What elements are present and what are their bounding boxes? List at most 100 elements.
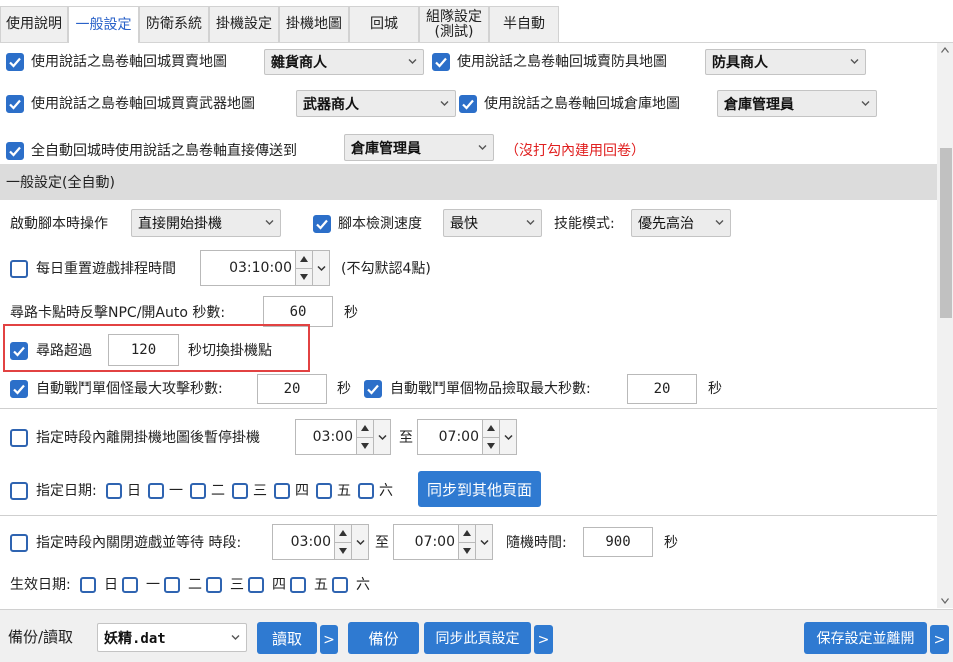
section-title: 一般設定(全自動) xyxy=(6,175,115,191)
divider xyxy=(0,515,937,516)
item-pickup-input[interactable]: 20 xyxy=(627,374,697,404)
weapon-map-select[interactable]: 武器商人 xyxy=(296,90,456,117)
save-exit-button[interactable]: 保存設定並離開 xyxy=(804,622,927,654)
spin-down-icon[interactable] xyxy=(335,541,351,559)
time-dropdown-icon[interactable] xyxy=(373,420,390,454)
daily-reset-time-field[interactable]: 03:10:00 xyxy=(200,250,330,286)
eff-day-sat-checkbox[interactable] xyxy=(332,577,348,593)
day-tue-checkbox[interactable] xyxy=(190,483,206,499)
speed-select[interactable]: 最快 xyxy=(443,209,542,237)
eff-day-fri-checkbox[interactable] xyxy=(290,577,306,593)
sync-page-button[interactable]: 同步此頁設定 xyxy=(424,622,531,654)
day-sat-checkbox[interactable] xyxy=(358,483,374,499)
specific-date-checkbox[interactable] xyxy=(10,482,28,500)
sell-map-checkbox[interactable] xyxy=(6,53,24,71)
tab-afk-map[interactable]: 掛機地圖 xyxy=(279,6,349,42)
spin-up-icon[interactable] xyxy=(296,251,312,268)
skill-select[interactable]: 優先高治 xyxy=(631,209,731,237)
armor-map-select[interactable]: 防具商人 xyxy=(705,49,866,75)
spin-down-icon[interactable] xyxy=(296,267,312,285)
armor-map-checkbox[interactable] xyxy=(432,53,450,71)
pause-schedule-checkbox[interactable] xyxy=(10,429,28,447)
weapon-map-value: 武器商人 xyxy=(303,96,359,113)
spin-down-icon[interactable] xyxy=(459,541,475,559)
pause-to-time[interactable]: 07:00 xyxy=(417,419,517,455)
tab-defense-system[interactable]: 防衛系統 xyxy=(139,6,209,42)
eff-day-sun-checkbox[interactable] xyxy=(80,577,96,593)
path-timeout-checkbox[interactable] xyxy=(10,342,28,360)
auto-return-select[interactable]: 倉庫管理員 xyxy=(344,134,494,161)
sync-more-button[interactable]: > xyxy=(534,625,553,654)
daily-reset-label: 每日重置遊戲排程時間 xyxy=(36,261,176,277)
backup-file-select[interactable]: 妖精.dat xyxy=(97,623,247,652)
scroll-up-icon[interactable] xyxy=(941,47,949,53)
path-timeout-unit: 秒切換掛機點 xyxy=(188,343,272,359)
tab-general-settings[interactable]: 一般設定 xyxy=(68,6,139,43)
tab-help[interactable]: 使用說明 xyxy=(0,6,68,42)
tab-return-town[interactable]: 回城 xyxy=(349,6,419,42)
startup-select[interactable]: 直接開始掛機 xyxy=(131,209,281,237)
spin-up-icon[interactable] xyxy=(483,420,499,437)
weapon-map-checkbox[interactable] xyxy=(6,95,24,113)
speed-checkbox[interactable] xyxy=(313,215,331,233)
day-wed-checkbox[interactable] xyxy=(232,483,248,499)
backup-button[interactable]: 備份 xyxy=(348,622,419,654)
random-time-input[interactable]: 900 xyxy=(583,527,653,557)
monster-attack-input[interactable]: 20 xyxy=(257,374,327,404)
day-sun-checkbox[interactable] xyxy=(106,483,122,499)
day-thu-label: 四 xyxy=(295,483,309,499)
close-from-time[interactable]: 03:00 xyxy=(272,524,369,560)
armor-map-value: 防具商人 xyxy=(712,55,768,71)
warehouse-map-select[interactable]: 倉庫管理員 xyxy=(717,90,877,117)
day-thu-checkbox[interactable] xyxy=(274,483,290,499)
scrollbar-thumb[interactable] xyxy=(940,148,952,318)
sync-other-pages-button[interactable]: 同步到其他頁面 xyxy=(418,471,541,507)
stuck-seconds-input[interactable]: 60 xyxy=(263,296,333,327)
path-timeout-input[interactable]: 120 xyxy=(108,334,179,366)
vertical-scrollbar[interactable] xyxy=(937,43,953,608)
time-spinner[interactable] xyxy=(482,420,499,454)
pause-from-time[interactable]: 03:00 xyxy=(295,419,391,455)
spin-up-icon[interactable] xyxy=(357,420,373,437)
close-from-value: 03:00 xyxy=(290,534,331,550)
item-pickup-checkbox[interactable] xyxy=(364,380,382,398)
tab-afk-settings[interactable]: 掛機設定 xyxy=(209,6,279,42)
close-game-label: 指定時段內關閉遊戲並等待 時段: xyxy=(36,535,242,551)
time-dropdown-icon[interactable] xyxy=(351,525,368,559)
warehouse-map-checkbox[interactable] xyxy=(459,95,477,113)
time-spinner[interactable] xyxy=(356,420,373,454)
close-game-checkbox[interactable] xyxy=(10,534,28,552)
read-button[interactable]: 讀取 xyxy=(257,622,317,654)
time-dropdown-icon[interactable] xyxy=(499,420,516,454)
time-spinner[interactable] xyxy=(458,525,475,559)
auto-return-checkbox[interactable] xyxy=(6,142,24,160)
spin-down-icon[interactable] xyxy=(357,436,373,454)
spin-up-icon[interactable] xyxy=(335,525,351,542)
chevron-down-icon xyxy=(478,144,487,150)
day-fri-checkbox[interactable] xyxy=(316,483,332,499)
sell-map-select[interactable]: 雜貨商人 xyxy=(264,49,424,75)
spin-down-icon[interactable] xyxy=(483,436,499,454)
chevron-down-icon xyxy=(715,220,724,225)
scroll-down-icon[interactable] xyxy=(941,598,949,604)
tab-semi-auto[interactable]: 半自動 xyxy=(489,6,559,42)
auto-return-value: 倉庫管理員 xyxy=(351,140,421,157)
eff-day-mon-checkbox[interactable] xyxy=(122,577,138,593)
time-spinner[interactable] xyxy=(334,525,351,559)
eff-day-wed-checkbox[interactable] xyxy=(206,577,222,593)
speed-value: 最快 xyxy=(450,216,478,232)
time-spinner[interactable] xyxy=(295,251,312,285)
time-dropdown-icon[interactable] xyxy=(475,525,492,559)
tab-party-settings[interactable]: 組隊設定 (測試) xyxy=(419,6,489,42)
close-to-time[interactable]: 07:00 xyxy=(393,524,493,560)
daily-reset-checkbox[interactable] xyxy=(10,260,28,278)
read-more-button[interactable]: > xyxy=(320,625,338,654)
time-dropdown-icon[interactable] xyxy=(312,251,329,285)
eff-day-tue-checkbox[interactable] xyxy=(164,577,180,593)
check-icon xyxy=(316,219,328,230)
save-more-button[interactable]: > xyxy=(930,625,949,654)
monster-attack-checkbox[interactable] xyxy=(10,380,28,398)
spin-up-icon[interactable] xyxy=(459,525,475,542)
eff-day-thu-checkbox[interactable] xyxy=(248,577,264,593)
day-mon-checkbox[interactable] xyxy=(148,483,164,499)
